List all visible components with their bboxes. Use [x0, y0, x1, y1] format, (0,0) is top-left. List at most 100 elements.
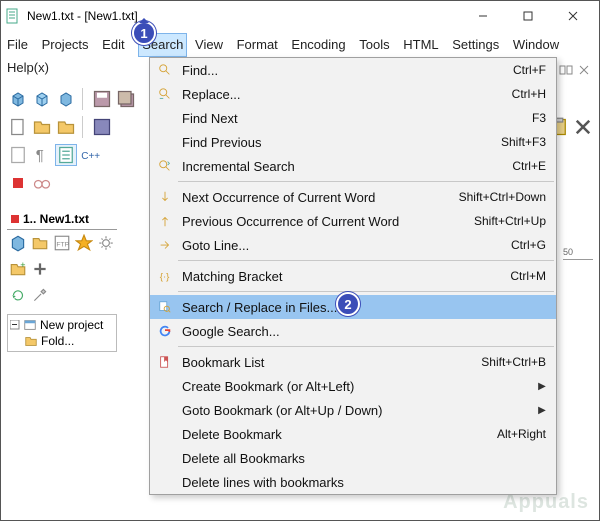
- panel-plus-icon[interactable]: [31, 260, 49, 278]
- app-window: New1.txt - [New1.txt] File Projects Edit…: [0, 0, 600, 521]
- open-cube-icon[interactable]: [31, 88, 53, 110]
- disk-icon[interactable]: [91, 116, 113, 138]
- callout-2: 2: [336, 292, 360, 316]
- save-all-icon[interactable]: [115, 88, 137, 110]
- separator: [82, 88, 86, 110]
- menu-file[interactable]: File: [7, 34, 28, 56]
- menu-separator: [178, 260, 554, 261]
- window-title: New1.txt - [New1.txt]: [27, 9, 460, 23]
- menu-item-create-bookmark[interactable]: Create Bookmark (or Alt+Left) ▶: [150, 374, 556, 398]
- maximize-button[interactable]: [505, 2, 550, 30]
- svg-text:¶: ¶: [36, 147, 44, 164]
- mini-close-icon[interactable]: [577, 63, 591, 77]
- next-word-icon: [154, 190, 176, 204]
- menu-item-goto-bookmark[interactable]: Goto Bookmark (or Alt+Up / Down) ▶: [150, 398, 556, 422]
- menu-help[interactable]: Help(x): [7, 57, 49, 79]
- titlebar: New1.txt - [New1.txt]: [1, 1, 599, 31]
- menu-item-delete-all-bookmarks[interactable]: Delete all Bookmarks: [150, 446, 556, 470]
- save-icon[interactable]: [91, 88, 113, 110]
- panel-tools-icon[interactable]: [31, 286, 49, 304]
- menu-format[interactable]: Format: [237, 34, 278, 56]
- panel-gear-icon[interactable]: [97, 234, 115, 252]
- cube-3-icon[interactable]: [55, 88, 77, 110]
- folder-2-icon[interactable]: [55, 116, 77, 138]
- panel-ftp-icon[interactable]: FTP: [53, 234, 71, 252]
- menu-item-find-next[interactable]: Find Next F3: [150, 106, 556, 130]
- svg-text:FTP: FTP: [56, 241, 69, 248]
- menu-separator: [178, 291, 554, 292]
- ruler-mark: 50: [563, 247, 573, 257]
- bracket-icon: {·}: [154, 269, 176, 283]
- menu-item-delete-lines-bookmarks[interactable]: Delete lines with bookmarks: [150, 470, 556, 494]
- menu-item-incremental-search[interactable]: Incremental Search Ctrl+E: [150, 154, 556, 178]
- menu-item-next-occurrence[interactable]: Next Occurrence of Current Word Shift+Ct…: [150, 185, 556, 209]
- menu-item-delete-bookmark[interactable]: Delete Bookmark Alt+Right: [150, 422, 556, 446]
- tree-folder-label: Fold...: [41, 334, 74, 348]
- open-folder-icon[interactable]: [31, 116, 53, 138]
- new-cube-icon[interactable]: [7, 88, 29, 110]
- callout-1: 1: [132, 21, 156, 45]
- pilcrow-icon[interactable]: ¶: [31, 144, 53, 166]
- x-icon[interactable]: [573, 117, 593, 137]
- doc-blank-icon[interactable]: [7, 144, 29, 166]
- document-icon: [5, 8, 21, 24]
- svg-text:{·}: {·}: [160, 272, 170, 283]
- incremental-icon: [154, 159, 176, 173]
- menu-item-find[interactable]: Find... Ctrl+F: [150, 58, 556, 82]
- menu-encoding[interactable]: Encoding: [291, 34, 345, 56]
- menu-item-prev-occurrence[interactable]: Previous Occurrence of Current Word Shif…: [150, 209, 556, 233]
- menu-edit[interactable]: Edit: [102, 34, 124, 56]
- search-dropdown: Find... Ctrl+F Replace... Ctrl+H Find Ne…: [149, 57, 557, 495]
- menu-separator: [178, 181, 554, 182]
- panel-refresh-icon[interactable]: [9, 286, 27, 304]
- magnifier-icon: [154, 63, 176, 77]
- document-tab[interactable]: 1.. New1.txt: [7, 209, 117, 230]
- panel-icon-row-2: +: [7, 256, 117, 282]
- left-panel: 1.. New1.txt FTP + New project Fold: [7, 181, 117, 352]
- new-doc-icon[interactable]: [7, 116, 29, 138]
- panel-folder-plus-icon[interactable]: +: [9, 260, 27, 278]
- close-button[interactable]: [550, 2, 595, 30]
- panel-folder-icon[interactable]: [31, 234, 49, 252]
- menu-projects[interactable]: Projects: [42, 34, 89, 56]
- panel-icon-row-3: [7, 282, 117, 308]
- menu-item-bookmark-list[interactable]: Bookmark List Shift+Ctrl+B: [150, 350, 556, 374]
- mini-icon-2[interactable]: [559, 63, 573, 77]
- search-files-icon: [154, 300, 176, 314]
- tree-project-node[interactable]: New project: [10, 317, 114, 333]
- bookmark-icon: [154, 355, 176, 369]
- right-toolbar-2: >_: [587, 151, 593, 169]
- panel-cube-icon[interactable]: [9, 234, 27, 252]
- prev-word-icon: [154, 214, 176, 228]
- project-icon: [23, 318, 37, 332]
- ruler: 50: [563, 247, 593, 260]
- panel-icon-row-1: FTP: [7, 230, 117, 256]
- goto-icon: [154, 238, 176, 252]
- menu-item-google-search[interactable]: Google Search...: [150, 319, 556, 343]
- tree-project-label: New project: [40, 318, 103, 332]
- modified-indicator: [11, 215, 19, 223]
- panel-star-icon[interactable]: [75, 234, 93, 252]
- doc-highlight-icon[interactable]: [55, 144, 77, 166]
- menu-view[interactable]: View: [195, 34, 223, 56]
- menu-item-find-previous[interactable]: Find Previous Shift+F3: [150, 130, 556, 154]
- menu-window[interactable]: Window: [513, 34, 559, 56]
- tree-folder-node[interactable]: Fold...: [10, 333, 114, 349]
- menu-item-replace[interactable]: Replace... Ctrl+H: [150, 82, 556, 106]
- project-tree: New project Fold...: [7, 314, 117, 352]
- collapse-icon: [10, 320, 20, 330]
- replace-icon: [154, 87, 176, 101]
- folder-icon: [24, 334, 38, 348]
- svg-text:C++: C++: [81, 151, 100, 162]
- menu-settings[interactable]: Settings: [452, 34, 499, 56]
- minimize-button[interactable]: [460, 2, 505, 30]
- menu-html[interactable]: HTML: [403, 34, 438, 56]
- menu-tools[interactable]: Tools: [359, 34, 389, 56]
- window-buttons: [460, 2, 595, 30]
- menu-item-goto-line[interactable]: Goto Line... Ctrl+G: [150, 233, 556, 257]
- submenu-arrow-icon: ▶: [538, 381, 546, 392]
- cpp-icon[interactable]: C++: [79, 144, 101, 166]
- google-icon: [154, 324, 176, 338]
- menu-item-matching-bracket[interactable]: {·} Matching Bracket Ctrl+M: [150, 264, 556, 288]
- submenu-arrow-icon: ▶: [538, 405, 546, 416]
